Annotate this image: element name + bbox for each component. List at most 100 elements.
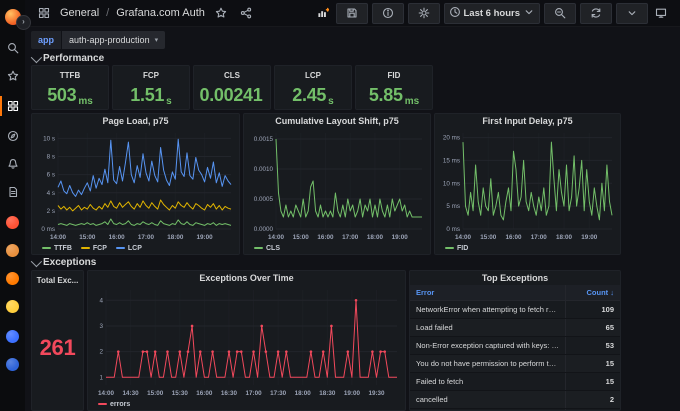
svg-text:5 ms: 5 ms: [446, 203, 460, 210]
cls-chart[interactable]: 14:0015:0016:0017:0018:0019:000.00000.00…: [246, 129, 428, 241]
stat-value: 1.51s: [130, 80, 171, 109]
synthetics-app-icon[interactable]: [0, 324, 25, 348]
row-exceptions-toggle[interactable]: Exceptions: [31, 257, 96, 268]
search-icon[interactable]: [0, 36, 25, 60]
svg-text:6 s: 6 s: [47, 172, 55, 179]
svg-text:18:00: 18:00: [556, 234, 573, 241]
stat-panel-ttfb[interactable]: TTFB 503ms: [31, 65, 109, 110]
panel-title[interactable]: First Input Delay, p75: [435, 116, 620, 126]
stat-value: 261: [40, 285, 76, 410]
breadcrumb-dashboard-title[interactable]: Grafana.com Auth: [116, 7, 205, 19]
table-row: Non-Error exception captured with keys: …: [410, 337, 620, 355]
page-load-chart[interactable]: 14:0015:0016:0017:0018:0019:000 ms2 s4 s…: [34, 129, 237, 241]
count-cell: 2: [566, 391, 621, 409]
row-performance-toggle[interactable]: Performance: [31, 53, 104, 64]
svg-text:16:00: 16:00: [109, 234, 126, 241]
share-dashboard-button[interactable]: [237, 4, 255, 23]
svg-text:17:00: 17:00: [342, 234, 359, 241]
legend-item-fid[interactable]: FID: [445, 245, 468, 252]
count-cell: 15: [566, 355, 621, 373]
stat-panel-fcp[interactable]: FCP 1.51s: [112, 65, 190, 110]
legend-item-fcp[interactable]: FCP: [81, 245, 107, 252]
legend-item-cls[interactable]: CLS: [254, 245, 280, 252]
panel-title[interactable]: Top Exceptions: [410, 273, 620, 283]
panel-title[interactable]: Cumulative Layout Shift, p75: [244, 116, 430, 126]
svg-text:19:00: 19:00: [197, 234, 214, 241]
ml-app-icon[interactable]: [0, 238, 25, 262]
panel-title[interactable]: Page Load, p75: [32, 116, 239, 126]
refresh-interval-dropdown[interactable]: [616, 3, 648, 24]
refresh-dashboard-button[interactable]: [580, 3, 612, 24]
error-cell: Failed to fetch: [410, 373, 566, 391]
svg-text:19:30: 19:30: [368, 390, 385, 397]
svg-text:0.0015: 0.0015: [254, 136, 274, 143]
star-dashboard-button[interactable]: [212, 4, 230, 23]
stat-panel-total-exceptions[interactable]: Total Exc... 261: [31, 270, 84, 411]
explore-compass-icon[interactable]: [0, 124, 25, 148]
plugin-app-icon[interactable]: [0, 352, 25, 376]
incident-app-icon[interactable]: [0, 210, 25, 234]
legend-item-ttfb[interactable]: TTFB: [42, 245, 72, 252]
count-cell: 109: [566, 301, 621, 319]
svg-text:19:00: 19:00: [392, 234, 409, 241]
template-variables-bar: app auth-app-production ▾: [31, 31, 165, 49]
svg-text:0 ms: 0 ms: [41, 226, 55, 233]
svg-text:18:30: 18:30: [319, 390, 336, 397]
time-range-picker[interactable]: Last 6 hours: [444, 3, 541, 24]
table-row: You do not have permission to perform th…: [410, 355, 620, 373]
dashboard-insights-button[interactable]: [372, 3, 404, 24]
breadcrumb-folder[interactable]: General: [60, 7, 99, 19]
svg-text:4 s: 4 s: [47, 190, 55, 197]
stat-panel-fid[interactable]: FID 5.85ms: [355, 65, 433, 110]
svg-text:16:00: 16:00: [505, 234, 522, 241]
oncall-app-icon[interactable]: [0, 266, 25, 290]
starred-dashboards-icon[interactable]: [0, 64, 25, 88]
alerting-bell-icon[interactable]: [0, 152, 25, 176]
count-cell: 1: [566, 409, 621, 411]
column-header-error[interactable]: Error: [410, 285, 566, 301]
stat-title: Total Exc...: [37, 276, 79, 285]
chevron-down-icon: [31, 255, 42, 266]
svg-text:15:00: 15:00: [79, 234, 96, 241]
svg-text:19:00: 19:00: [344, 390, 361, 397]
sort-desc-icon: ↓: [610, 288, 614, 297]
variable-value-dropdown[interactable]: auth-app-production ▾: [62, 31, 165, 49]
table-row: cancelled2: [410, 391, 620, 409]
legend-item-errors[interactable]: errors: [98, 401, 130, 408]
sidebar-expand-button[interactable]: ›: [16, 15, 31, 30]
panel-first-input-delay: First Input Delay, p75 14:0015:0016:0017…: [434, 113, 621, 255]
svg-text:2: 2: [99, 349, 103, 356]
stat-panel-cls[interactable]: CLS 0.00241: [193, 65, 271, 110]
cycle-view-mode-button[interactable]: [652, 4, 670, 23]
save-dashboard-button[interactable]: [336, 3, 368, 24]
fid-chart[interactable]: 14:0015:0016:0017:0018:0019:000 ms5 ms10…: [437, 129, 618, 241]
error-cell: missing ) after argument list: [410, 409, 566, 411]
panel-page-load: Page Load, p75 14:0015:0016:0017:0018:00…: [31, 113, 240, 255]
chevron-down-icon: [31, 51, 42, 62]
top-exceptions-table: Error Count ↓ NetworkError when attempti…: [410, 285, 620, 410]
zoom-out-time-button[interactable]: [544, 3, 576, 24]
stat-value: 5.85ms: [369, 80, 419, 109]
panel-title[interactable]: Exceptions Over Time: [88, 273, 405, 283]
add-panel-button[interactable]: [314, 4, 332, 23]
stat-panel-lcp[interactable]: LCP 2.45s: [274, 65, 352, 110]
stat-value: 0.00241: [200, 80, 265, 109]
svg-text:19:00: 19:00: [581, 234, 598, 241]
svg-text:14:30: 14:30: [123, 390, 140, 397]
variable-selected-value: auth-app-production: [69, 35, 150, 45]
docs-file-icon[interactable]: [0, 180, 25, 204]
dashboard-settings-button[interactable]: [408, 3, 440, 24]
svg-text:0.0000: 0.0000: [254, 226, 274, 233]
column-header-count[interactable]: Count ↓: [566, 285, 621, 301]
exceptions-chart[interactable]: 14:0014:3015:0015:3016:0016:3017:0017:30…: [90, 286, 403, 397]
svg-text:15:00: 15:00: [147, 390, 164, 397]
k6-app-icon[interactable]: [0, 294, 25, 318]
panel-cumulative-layout-shift: Cumulative Layout Shift, p75 14:0015:001…: [243, 113, 431, 255]
legend-item-lcp[interactable]: LCP: [116, 245, 142, 252]
svg-text:10 s: 10 s: [43, 135, 55, 142]
chevron-down-icon: [523, 6, 535, 21]
svg-text:0.0005: 0.0005: [254, 196, 274, 203]
svg-text:18:00: 18:00: [367, 234, 384, 241]
dashboards-icon[interactable]: [0, 94, 25, 118]
stat-value: 2.45s: [292, 80, 333, 109]
